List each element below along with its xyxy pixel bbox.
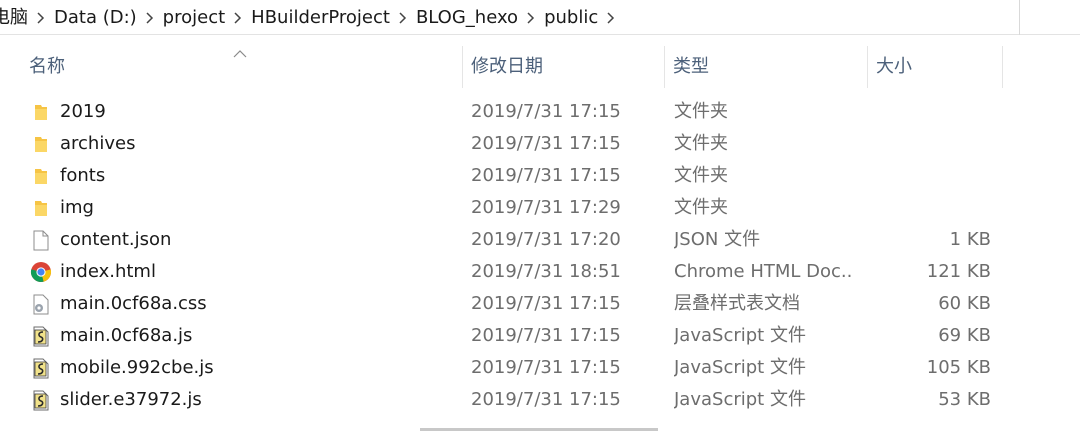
file-date: 2019/7/31 17:15: [471, 389, 621, 410]
file-date: 2019/7/31 17:20: [471, 229, 621, 250]
file-type: JavaScript 文件: [674, 389, 806, 410]
folder-icon: [30, 101, 52, 123]
file-type: 文件夹: [674, 101, 728, 122]
chevron-right-icon[interactable]: [28, 0, 54, 35]
file-size: [870, 192, 991, 224]
address-bar[interactable]: 电脑 Data (D:) project HBuilderProject BLO…: [0, 0, 1080, 35]
file-size: 121 KB: [926, 261, 991, 282]
folder-icon: [30, 197, 52, 219]
file-type: 文件夹: [674, 133, 728, 154]
file-size: 60 KB: [938, 293, 991, 314]
file-type: 文件夹: [674, 165, 728, 186]
file-name: main.0cf68a.js: [60, 325, 193, 346]
file-name: archives: [60, 133, 136, 154]
file-date: 2019/7/31 17:15: [471, 101, 621, 122]
list-item[interactable]: index.html 2019/7/31 18:51 Chrome HTML D…: [0, 256, 1080, 288]
file-size: 1 KB: [949, 229, 991, 250]
file-type: JavaScript 文件: [674, 325, 806, 346]
js-file-icon: [30, 357, 52, 379]
file-date: 2019/7/31 17:15: [471, 325, 621, 346]
column-size-header[interactable]: 大小: [868, 46, 1003, 88]
file-size: 53 KB: [938, 389, 991, 410]
breadcrumb-item-hbuilderproject[interactable]: HBuilderProject: [251, 0, 390, 35]
address-bar-dropdown[interactable]: [1019, 0, 1080, 35]
column-header: 名称 修改日期 类型 大小: [0, 46, 1080, 88]
file-date: 2019/7/31 18:51: [471, 261, 621, 282]
folder-icon: [30, 133, 52, 155]
list-item[interactable]: archives 2019/7/31 17:15 文件夹: [0, 128, 1080, 160]
list-item[interactable]: 2019 2019/7/31 17:15 文件夹: [0, 96, 1080, 128]
file-size: [870, 128, 991, 160]
file-name: img: [60, 197, 94, 218]
list-item[interactable]: img 2019/7/31 17:29 文件夹: [0, 192, 1080, 224]
chevron-right-icon[interactable]: [225, 0, 251, 35]
file-name: content.json: [60, 229, 172, 250]
column-type-header[interactable]: 类型: [665, 46, 868, 88]
chrome-icon: [30, 261, 52, 283]
file-date: 2019/7/31 17:15: [471, 293, 621, 314]
js-file-icon: [30, 389, 52, 411]
breadcrumb-item-blog-hexo[interactable]: BLOG_hexo: [416, 0, 518, 35]
list-item[interactable]: mobile.992cbe.js 2019/7/31 17:15 JavaScr…: [0, 352, 1080, 384]
breadcrumb-item-drive[interactable]: Data (D:): [54, 0, 137, 35]
file-name: 2019: [60, 101, 106, 122]
column-name-header[interactable]: 名称: [21, 46, 463, 88]
file-type: JavaScript 文件: [674, 357, 806, 378]
list-item[interactable]: content.json 2019/7/31 17:20 JSON 文件 1 K…: [0, 224, 1080, 256]
list-item[interactable]: main.0cf68a.css 2019/7/31 17:15 层叠样式表文档 …: [0, 288, 1080, 320]
list-item[interactable]: slider.e37972.js 2019/7/31 17:15 JavaScr…: [0, 384, 1080, 416]
list-item[interactable]: main.0cf68a.js 2019/7/31 17:15 JavaScrip…: [0, 320, 1080, 352]
file-date: 2019/7/31 17:29: [471, 197, 621, 218]
file-size: [870, 160, 991, 192]
file-size: 69 KB: [938, 325, 991, 346]
breadcrumb-item-public[interactable]: public: [544, 0, 598, 35]
file-name: fonts: [60, 165, 106, 186]
file-type: 层叠样式表文档: [674, 293, 800, 314]
file-name: main.0cf68a.css: [60, 293, 207, 314]
file-type: Chrome HTML Doc...: [674, 261, 854, 282]
file-type: 文件夹: [674, 197, 728, 218]
file-date: 2019/7/31 17:15: [471, 133, 621, 154]
file-size: [870, 96, 991, 128]
chevron-right-icon[interactable]: [137, 0, 163, 35]
breadcrumb-item-project[interactable]: project: [163, 0, 225, 35]
folder-icon: [30, 165, 52, 187]
file-date: 2019/7/31 17:15: [471, 357, 621, 378]
blank-file-icon: [30, 229, 52, 251]
file-type: JSON 文件: [674, 229, 761, 250]
js-file-icon: [30, 325, 52, 347]
column-date-label: 修改日期: [471, 56, 543, 77]
file-date: 2019/7/31 17:15: [471, 165, 621, 186]
chevron-right-icon[interactable]: [390, 0, 416, 35]
file-name: slider.e37972.js: [60, 389, 202, 410]
css-file-icon: [30, 293, 52, 315]
column-size-label: 大小: [876, 56, 912, 77]
column-name-label: 名称: [29, 56, 65, 77]
file-size: 105 KB: [926, 357, 991, 378]
file-name: mobile.992cbe.js: [60, 357, 214, 378]
column-date-header[interactable]: 修改日期: [463, 46, 665, 88]
chevron-right-icon[interactable]: [518, 0, 544, 35]
breadcrumb: 电脑 Data (D:) project HBuilderProject BLO…: [0, 0, 624, 35]
list-item[interactable]: fonts 2019/7/31 17:15 文件夹: [0, 160, 1080, 192]
column-type-label: 类型: [673, 56, 709, 77]
breadcrumb-item-pc[interactable]: 电脑: [0, 0, 28, 35]
chevron-right-icon[interactable]: [598, 0, 624, 35]
file-name: index.html: [60, 261, 156, 282]
